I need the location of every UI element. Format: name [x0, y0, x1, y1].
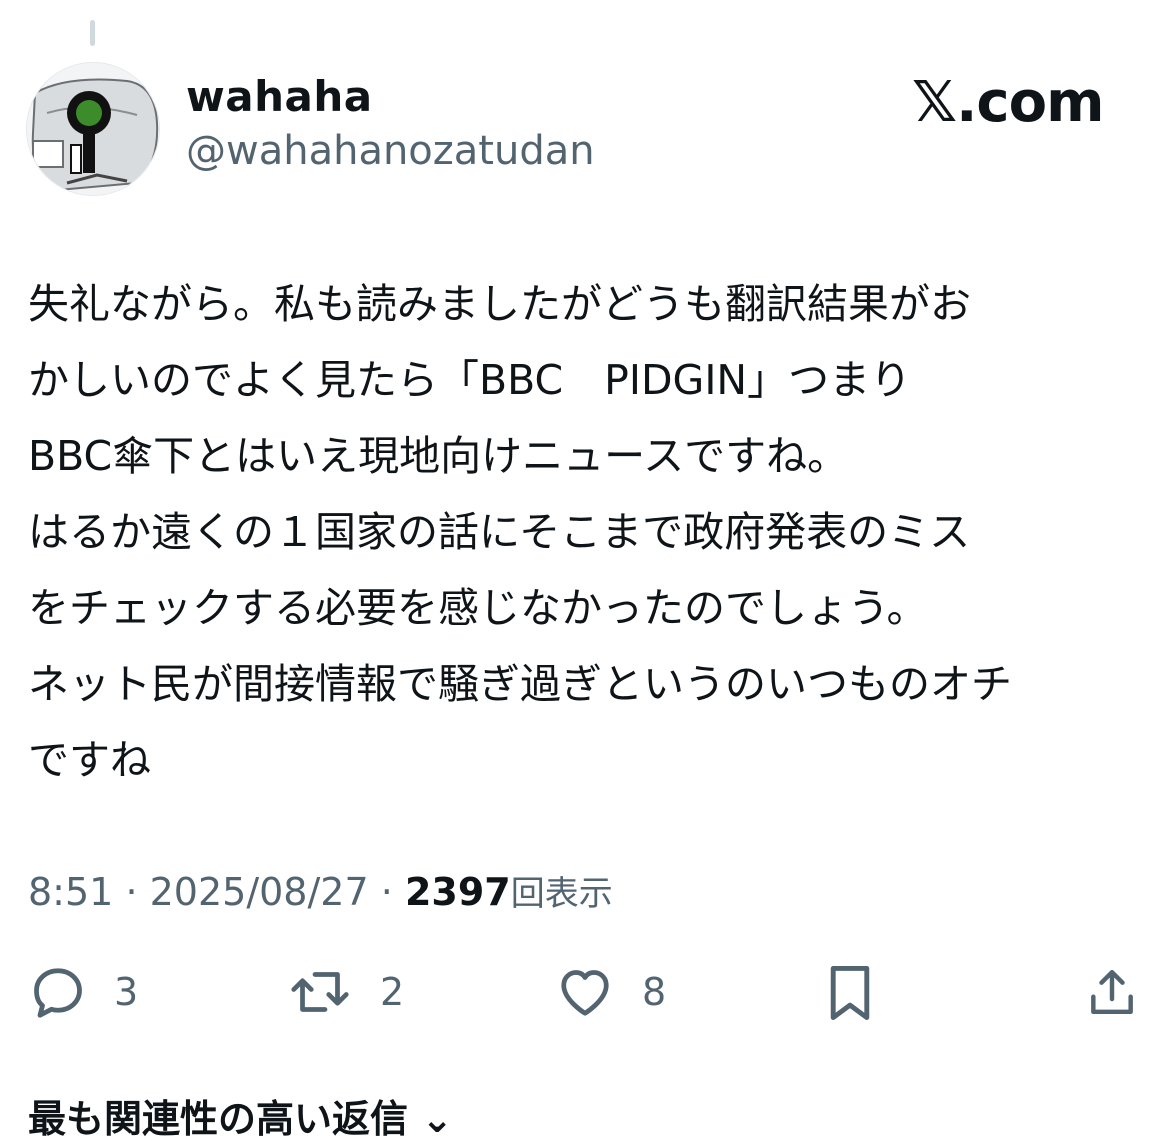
like-count: 8	[642, 970, 667, 1014]
tweet-time[interactable]: 8:51	[28, 870, 113, 914]
robot-avatar-icon	[27, 63, 159, 195]
bookmark-button[interactable]	[824, 962, 876, 1024]
like-button[interactable]: 8	[554, 962, 666, 1022]
retweet-count: 2	[380, 970, 405, 1014]
reply-icon	[34, 968, 82, 1018]
brand-domain: .com	[956, 70, 1104, 135]
share-button[interactable]	[1084, 962, 1140, 1022]
retweet-button[interactable]: 2	[286, 962, 404, 1022]
x-logo-icon: 𝕏	[912, 70, 957, 135]
view-count: 2397	[404, 870, 511, 914]
related-replies-label: 最も関連性の高い返信	[28, 1097, 409, 1141]
related-replies-sort[interactable]: 最も関連性の高い返信 ⌄	[28, 1088, 453, 1143]
reply-button[interactable]: 3	[28, 962, 138, 1022]
meta-separator: ·	[380, 870, 393, 914]
view-label: 回表示	[510, 874, 613, 914]
retweet-icon	[291, 972, 349, 1012]
heart-icon	[561, 970, 609, 1016]
chevron-down-icon: ⌄	[421, 1097, 454, 1141]
tweet-text: 失礼ながら。私も読みましたがどうも翻訳結果がお かしいのでよく見たら「BBC P…	[28, 280, 1012, 784]
meta-separator: ·	[125, 870, 138, 914]
author-display-name[interactable]: wahaha	[186, 72, 373, 121]
avatar[interactable]	[26, 62, 160, 196]
reply-count: 3	[114, 970, 139, 1014]
share-icon	[1091, 969, 1133, 1015]
tweet-date[interactable]: 2025/08/27	[150, 870, 369, 914]
x-com-logo: 𝕏.com	[912, 70, 1104, 135]
thread-connector-line	[90, 20, 95, 46]
bookmark-icon	[830, 966, 870, 1020]
author-handle[interactable]: @wahahanozatudan	[186, 128, 595, 174]
tweet-meta: 8:51 · 2025/08/27 · 2397回表示	[28, 866, 613, 915]
